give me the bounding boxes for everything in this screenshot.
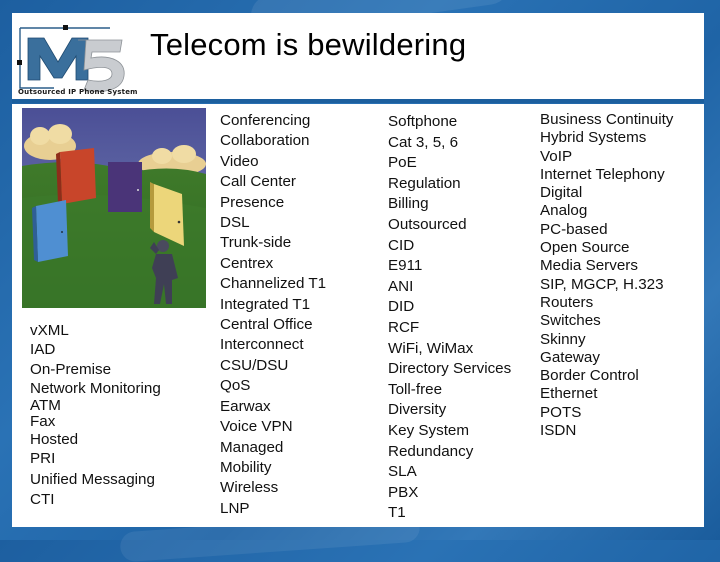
list-item: Mobility [220,458,272,476]
list-item: Video [220,152,259,170]
list-item: Earwax [220,397,271,415]
list-item: Network Monitoring [30,379,161,397]
list-item: SIP, MGCP, H.323 [540,275,664,293]
list-item: CSU/DSU [220,356,289,374]
list-item: CTI [30,490,55,508]
list-item: PBX [388,483,419,501]
list-item: QoS [220,377,251,395]
list-item: Ethernet [540,385,598,403]
list-item: WiFi, WiMax [388,339,474,357]
list-item: Conferencing [220,112,311,129]
list-item: RCF [388,318,420,336]
header-separator [12,99,704,103]
list-item: DID [388,298,415,316]
list-item: Gateway [540,348,600,366]
term-list-column-4: Business Continuity Hybrid Systems VoIP … [540,111,673,440]
list-item: Softphone [388,113,458,130]
list-item: PC-based [540,220,608,238]
list-item: PoE [388,154,417,172]
list-item: LNP [220,499,250,517]
list-item: Integrated T1 [220,295,311,313]
list-item: Channelized T1 [220,275,327,293]
list-item: vXML [30,322,69,339]
list-item: Diversity [388,401,447,419]
list-item: Call Center [220,173,296,191]
list-item: Internet Telephony [540,165,665,183]
list-item: Central Office [220,316,313,334]
list-item: Billing [388,195,429,213]
list-item: E911 [388,257,423,275]
list-item: Switches [540,312,601,330]
list-item: T1 [388,504,406,522]
list-item: Toll-free [388,380,443,398]
list-item: ISDN [540,422,577,440]
list-item: Fax [30,413,56,431]
list-item: On-Premise [30,360,112,378]
page-title: Telecom is bewildering [150,27,467,62]
term-list-column-2: Conferencing Collaboration Video Call Ce… [220,111,326,519]
list-item: Collaboration [220,132,310,150]
list-item: PRI [30,450,56,468]
list-item: CID [388,236,415,254]
list-item: Wireless [220,479,279,497]
list-item: Open Source [540,239,630,257]
list-item: Key System [388,421,470,439]
list-item: VoIP [540,147,573,165]
list-item: Unified Messaging [30,470,155,488]
list-item: SLA [388,463,417,481]
list-item: Hosted [30,431,79,449]
list-item: Hybrid Systems [540,129,647,147]
list-item: Redundancy [388,442,474,460]
list-item: ANI [388,277,414,295]
list-item: Analog [540,202,588,220]
m5-logo-icon [17,25,125,92]
doors-illustration-icon [22,108,206,308]
list-item: Centrex [220,254,274,272]
term-list-column-3: Softphone Cat 3, 5, 6 PoE Regulation Bil… [388,112,511,524]
list-item: Regulation [388,174,461,192]
list-item: ATM [30,397,61,415]
term-list-column-1: vXML IAD On-Premise Network Monitoring A… [30,321,161,509]
list-item: Border Control [540,367,639,385]
list-item: Business Continuity [540,111,674,128]
list-item: Interconnect [220,336,304,354]
list-item: Routers [540,293,594,311]
list-item: Media Servers [540,257,638,275]
list-item: Digital [540,184,583,202]
list-item: Directory Services [388,360,512,378]
list-item: Skinny [540,330,586,348]
list-item: DSL [220,214,250,232]
list-item: Managed [220,438,284,456]
list-item: Voice VPN [220,418,293,436]
list-item: Outsourced [388,215,467,233]
list-item: POTS [540,403,582,421]
list-item: IAD [30,341,56,359]
logo-tagline: Outsourced IP Phone System [18,88,138,96]
list-item: Presence [220,193,285,211]
list-item: Trunk-side [220,234,292,252]
list-item: Cat 3, 5, 6 [388,133,459,151]
